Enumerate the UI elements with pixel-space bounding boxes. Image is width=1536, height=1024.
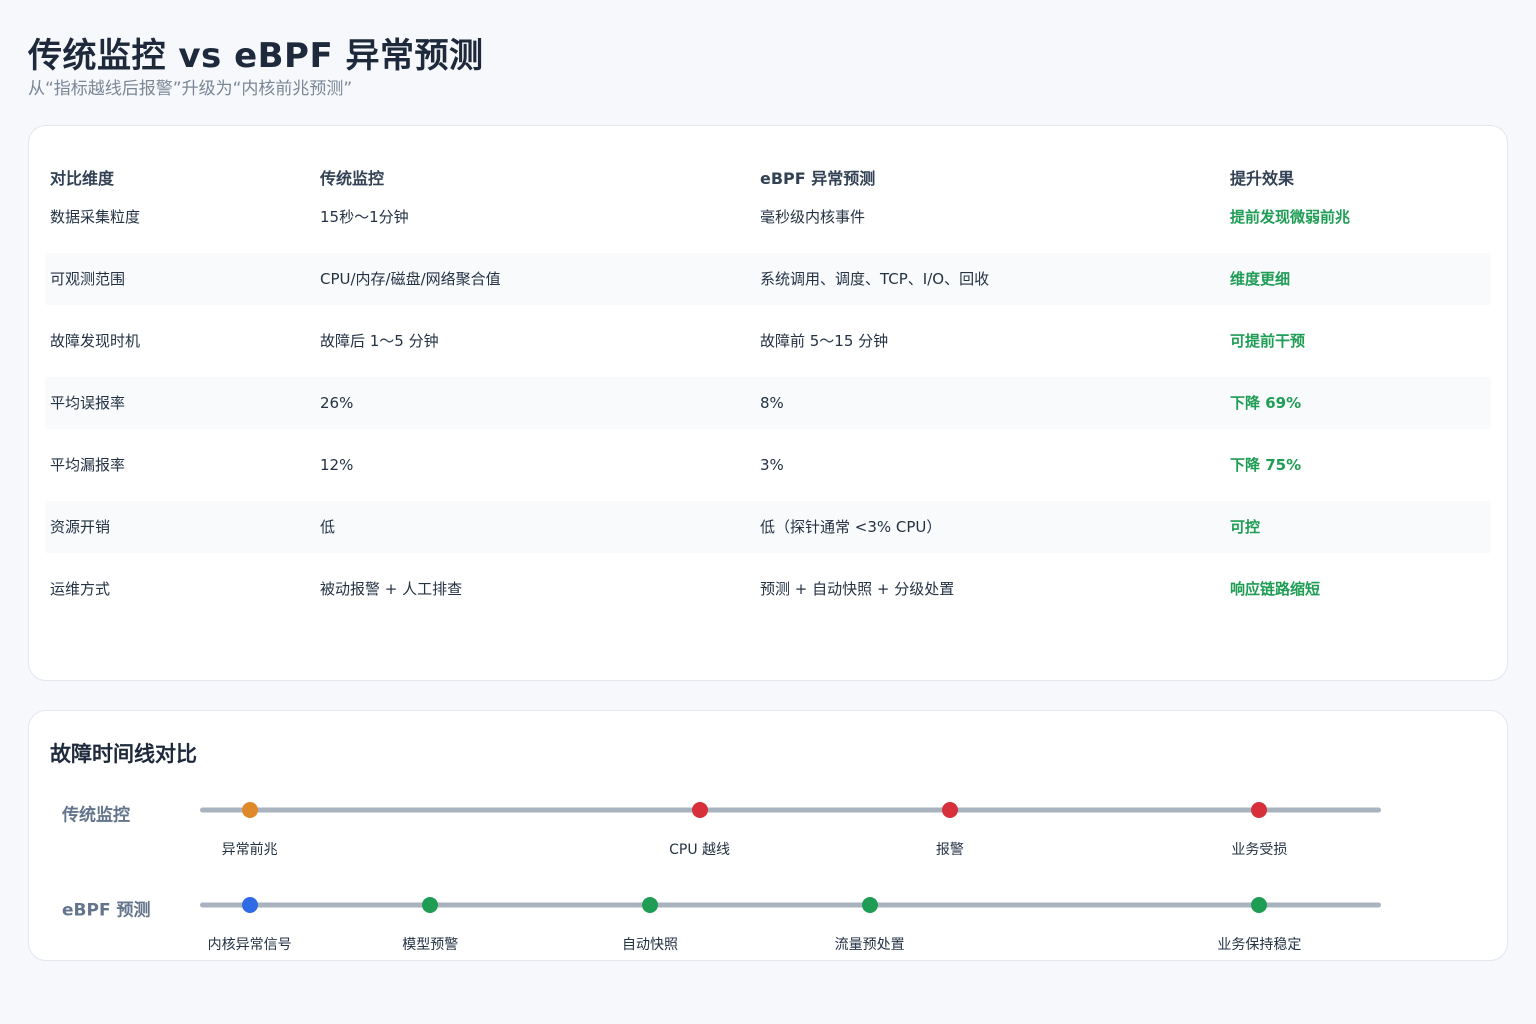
timeline-node-label: 异常前兆 bbox=[221, 842, 278, 858]
cell-ebpf: 低（探针通常 <3% CPU） bbox=[760, 518, 942, 536]
timeline-node bbox=[241, 897, 258, 913]
cell-dimension: 运维方式 bbox=[50, 580, 111, 598]
cell-traditional: CPU/内存/磁盘/网络聚合值 bbox=[320, 270, 501, 288]
timeline-card: 故障时间线对比 传统监控 eBPF 预测 异常前兆 CPU 越线 报警 业务受损内核异… bbox=[28, 710, 1508, 961]
cell-ebpf: 系统调用、调度、TCP、I/O、回收 bbox=[760, 270, 990, 288]
timeline-node-label: 流量预处置 bbox=[834, 937, 905, 953]
table-row: 平均漏报率 12% 3% 下降 75% bbox=[45, 439, 1491, 491]
track-label-traditional: 传统监控 bbox=[62, 805, 130, 826]
cell-dimension: 故障发现时机 bbox=[50, 332, 141, 350]
timeline-node-label: 业务受损 bbox=[1231, 842, 1288, 858]
cell-dimension: 数据采集粒度 bbox=[50, 208, 141, 226]
cell-ebpf: 故障前 5～15 分钟 bbox=[760, 332, 889, 350]
timeline-node-label: 自动快照 bbox=[621, 937, 678, 953]
table-row: 资源开销 低 低（探针通常 <3% CPU） 可控 bbox=[45, 501, 1491, 553]
table-row: 可观测范围 CPU/内存/磁盘/网络聚合值 系统调用、调度、TCP、I/O、回收… bbox=[45, 253, 1491, 305]
cell-ebpf: 8% bbox=[760, 394, 784, 412]
timeline-node bbox=[941, 802, 958, 818]
track-line-traditional bbox=[200, 807, 1381, 813]
timeline-node-label: CPU 越线 bbox=[669, 842, 731, 858]
timeline-node-label: 模型预警 bbox=[402, 937, 459, 953]
track-line-ebpf bbox=[200, 902, 1381, 908]
cell-effect: 提前发现微弱前兆 bbox=[1230, 208, 1351, 226]
timeline-title: 故障时间线对比 bbox=[50, 742, 197, 766]
timeline-node bbox=[641, 897, 658, 913]
timeline-node bbox=[241, 802, 258, 818]
timeline-node bbox=[691, 802, 708, 818]
timeline-node-label: 报警 bbox=[935, 842, 964, 858]
cell-effect: 可控 bbox=[1230, 518, 1261, 536]
cell-traditional: 被动报警 + 人工排查 bbox=[320, 580, 463, 598]
cell-effect: 维度更细 bbox=[1230, 270, 1291, 288]
timeline-node bbox=[422, 897, 439, 913]
cell-traditional: 15秒～1分钟 bbox=[320, 208, 409, 226]
timeline-node bbox=[861, 897, 878, 913]
cell-ebpf: 3% bbox=[760, 456, 784, 474]
cell-effect: 可提前干预 bbox=[1230, 332, 1306, 350]
timeline-node bbox=[1251, 897, 1268, 913]
cell-traditional: 低 bbox=[320, 518, 336, 536]
page-title: 传统监控 vs eBPF 异常预测 bbox=[28, 36, 484, 76]
cell-ebpf: 毫秒级内核事件 bbox=[760, 208, 866, 226]
cell-traditional: 故障后 1～5 分钟 bbox=[320, 332, 439, 350]
table-row: 运维方式 被动报警 + 人工排查 预测 + 自动快照 + 分级处置 响应链路缩短 bbox=[45, 563, 1491, 615]
timeline-node-label: 业务保持稳定 bbox=[1217, 937, 1302, 953]
table-row: 数据采集粒度 15秒～1分钟 毫秒级内核事件 提前发现微弱前兆 bbox=[45, 191, 1491, 243]
cell-effect: 下降 75% bbox=[1230, 456, 1302, 474]
cell-dimension: 资源开销 bbox=[50, 518, 111, 536]
cell-dimension: 平均误报率 bbox=[50, 394, 126, 412]
cell-dimension: 平均漏报率 bbox=[50, 456, 126, 474]
comparison-table-card: 对比维度 传统监控 eBPF 异常预测 提升效果 数据采集粒度 15秒～1分钟 … bbox=[28, 125, 1508, 681]
page-subtitle: 从“指标越线后报警”升级为“内核前兆预测” bbox=[28, 79, 353, 99]
cell-traditional: 26% bbox=[320, 394, 354, 412]
table-row: 故障发现时机 故障后 1～5 分钟 故障前 5～15 分钟 可提前干预 bbox=[45, 315, 1491, 367]
cell-effect: 响应链路缩短 bbox=[1230, 580, 1321, 598]
cell-traditional: 12% bbox=[320, 456, 354, 474]
cell-ebpf: 预测 + 自动快照 + 分级处置 bbox=[760, 580, 955, 598]
track-label-ebpf: eBPF 预测 bbox=[62, 900, 151, 921]
timeline-node bbox=[1251, 802, 1268, 818]
cell-effect: 下降 69% bbox=[1230, 394, 1302, 412]
table-row: 平均误报率 26% 8% 下降 69% bbox=[45, 377, 1491, 429]
cell-dimension: 可观测范围 bbox=[50, 270, 126, 288]
timeline-node-label: 内核异常信号 bbox=[207, 937, 292, 953]
